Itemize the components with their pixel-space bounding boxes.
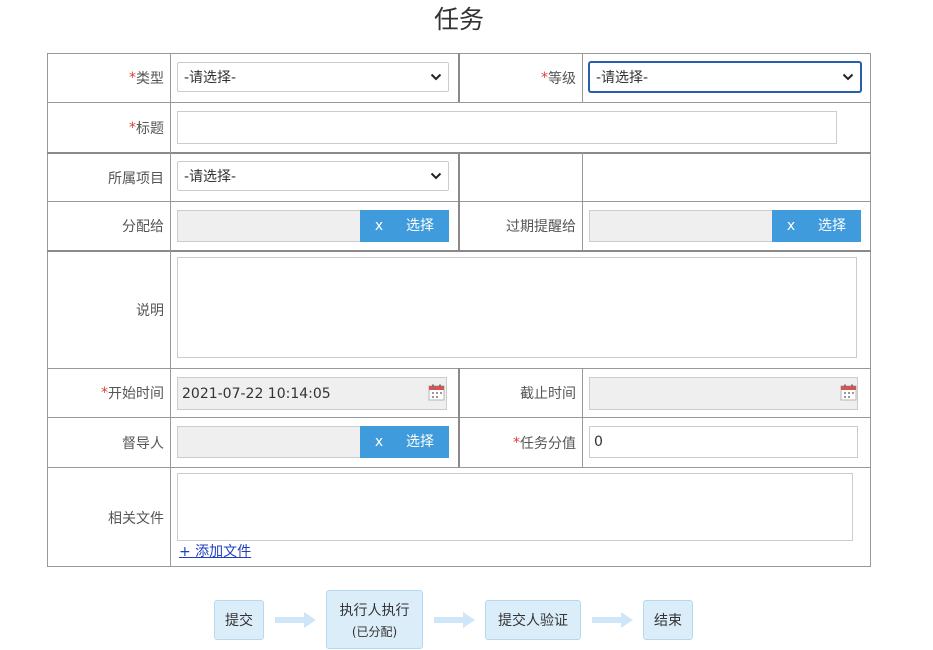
end-time-label: 截止时间 [520,386,576,402]
required-mark: * [101,385,108,401]
project-select[interactable]: -请选择- [177,161,449,191]
level-select[interactable]: -请选择- [589,62,861,92]
flow-step-execute: 执行人执行 (已分配) [326,590,423,649]
assignee-label: 分配给 [122,219,164,235]
start-time-label: * 开始时间 [48,369,164,417]
score-input[interactable] [589,426,858,458]
assignee-input[interactable] [177,210,361,242]
supervisor-clear-button[interactable]: x [373,426,385,458]
overdue-notify-clear-button[interactable]: x [785,210,797,242]
required-mark: * [129,119,136,136]
level-label-text: 等级 [548,71,576,87]
calendar-icon[interactable] [428,384,445,401]
level-label: * 等级 [460,54,576,102]
title-input[interactable] [177,111,837,144]
files-label: 相关文件 [108,510,164,527]
flow-step-label: 提交人验证 [498,613,568,629]
supervisor-input[interactable] [177,426,361,458]
start-time-label-text: 开始时间 [108,386,164,402]
file-list-box [177,473,853,541]
supervisor-label: 督导人 [122,435,164,452]
required-mark: * [129,70,136,86]
assignee-select-button[interactable]: 选择 [406,210,434,242]
arrow-right-icon [592,612,633,628]
column-divider [170,53,171,567]
calendar-icon[interactable] [840,384,857,401]
assignee-picker: x 选择 [360,210,449,242]
assignee-clear-button[interactable]: x [373,210,385,242]
required-mark: * [513,434,520,451]
type-select[interactable]: -请选择- [177,62,449,92]
supervisor-picker: x 选择 [360,426,449,458]
flow-step-label: 结束 [654,613,682,629]
start-time-input[interactable] [177,377,447,410]
score-label: * 任务分值 [460,418,576,467]
description-label: 说明 [136,303,164,319]
chevron-down-icon [430,172,442,180]
flow-step-sublabel: (已分配) [351,624,398,639]
end-time-input[interactable] [589,377,858,410]
project-label: 所属项目 [108,170,164,187]
type-select-value: -请选择- [184,70,237,86]
flow-step-verify: 提交人验证 [485,600,581,640]
flow-step-end: 结束 [643,600,693,640]
page-title: 任务 [433,5,484,34]
score-label-text: 任务分值 [520,435,576,452]
required-mark: * [541,70,548,86]
overdue-notify-label: 过期提醒给 [506,219,576,235]
flow-step-submit: 提交 [214,600,264,640]
overdue-notify-select-button[interactable]: 选择 [818,210,846,242]
overdue-notify-input[interactable] [589,210,773,242]
supervisor-select-button[interactable]: 选择 [406,426,434,458]
chevron-down-icon [842,73,854,81]
chevron-down-icon [430,73,442,81]
type-label: * 类型 [48,54,164,102]
title-label: * 标题 [48,103,164,152]
arrow-right-icon [434,612,475,628]
level-select-value: -请选择- [596,70,649,86]
flow-step-label: 执行人执行 [339,602,410,619]
arrow-right-icon [275,612,316,628]
add-file-link[interactable]: + 添加文件 [179,543,251,561]
description-textarea[interactable] [177,257,857,358]
title-label-text: 标题 [136,120,164,137]
flow-step-label: 提交 [225,613,253,629]
column-divider [582,368,583,467]
column-divider [582,152,583,250]
overdue-notify-picker: x 选择 [772,210,861,242]
project-select-value: -请选择- [184,169,237,185]
column-divider [582,53,583,102]
type-label-text: 类型 [136,71,164,87]
